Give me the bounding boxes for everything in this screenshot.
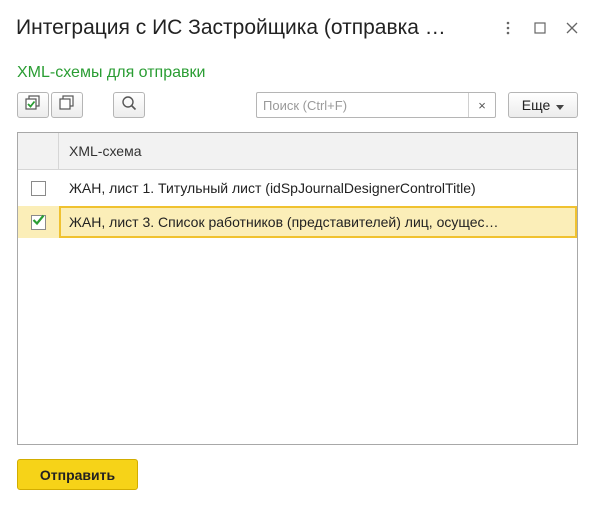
more-button[interactable]: Еще [508, 92, 578, 118]
chevron-down-icon [556, 97, 565, 113]
check-all-icon [25, 94, 41, 116]
table-row[interactable]: ЖАН, лист 3. Список работников (представ… [18, 206, 577, 238]
xml-schemas-table: XML-схема ЖАН, лист 1. Титульный лист (i… [17, 132, 578, 445]
row-checkbox-cell [18, 172, 59, 204]
uncheck-all-icon [59, 94, 75, 116]
row-schema-name: ЖАН, лист 3. Список работников (представ… [59, 206, 577, 238]
row-schema-name: ЖАН, лист 1. Титульный лист (idSpJournal… [69, 180, 476, 196]
search-input[interactable] [257, 93, 467, 117]
check-all-button[interactable] [17, 92, 49, 118]
clear-search-button[interactable]: × [468, 93, 495, 117]
search-field: × [256, 92, 496, 118]
dialog-window: Интеграция с ИС Застройщика (отправка … … [0, 0, 590, 505]
close-icon[interactable] [564, 20, 580, 36]
table-row[interactable]: ЖАН, лист 1. Титульный лист (idSpJournal… [18, 172, 577, 204]
row-checkbox[interactable] [31, 213, 46, 231]
send-button[interactable]: Отправить [17, 459, 138, 490]
search-icon [121, 95, 137, 116]
search-button[interactable] [113, 92, 145, 118]
window-controls [500, 20, 580, 36]
table-header: XML-схема [18, 133, 577, 170]
clear-icon: × [478, 97, 486, 113]
row-checkbox[interactable] [31, 180, 46, 196]
window-title: Интеграция с ИС Застройщика (отправка … [16, 16, 446, 39]
header-checkbox-column [18, 133, 59, 169]
more-vertical-icon[interactable] [500, 20, 516, 36]
uncheck-all-button[interactable] [51, 92, 83, 118]
more-button-label: Еще [521, 97, 551, 113]
column-header-xml-schema[interactable]: XML-схема [59, 143, 142, 159]
toolbar: × Еще [17, 92, 578, 120]
checkmark-icon [32, 213, 45, 231]
maximize-icon[interactable] [532, 20, 548, 36]
row-checkbox-cell [18, 206, 59, 238]
form-subtitle: XML-схемы для отправки [17, 64, 206, 81]
